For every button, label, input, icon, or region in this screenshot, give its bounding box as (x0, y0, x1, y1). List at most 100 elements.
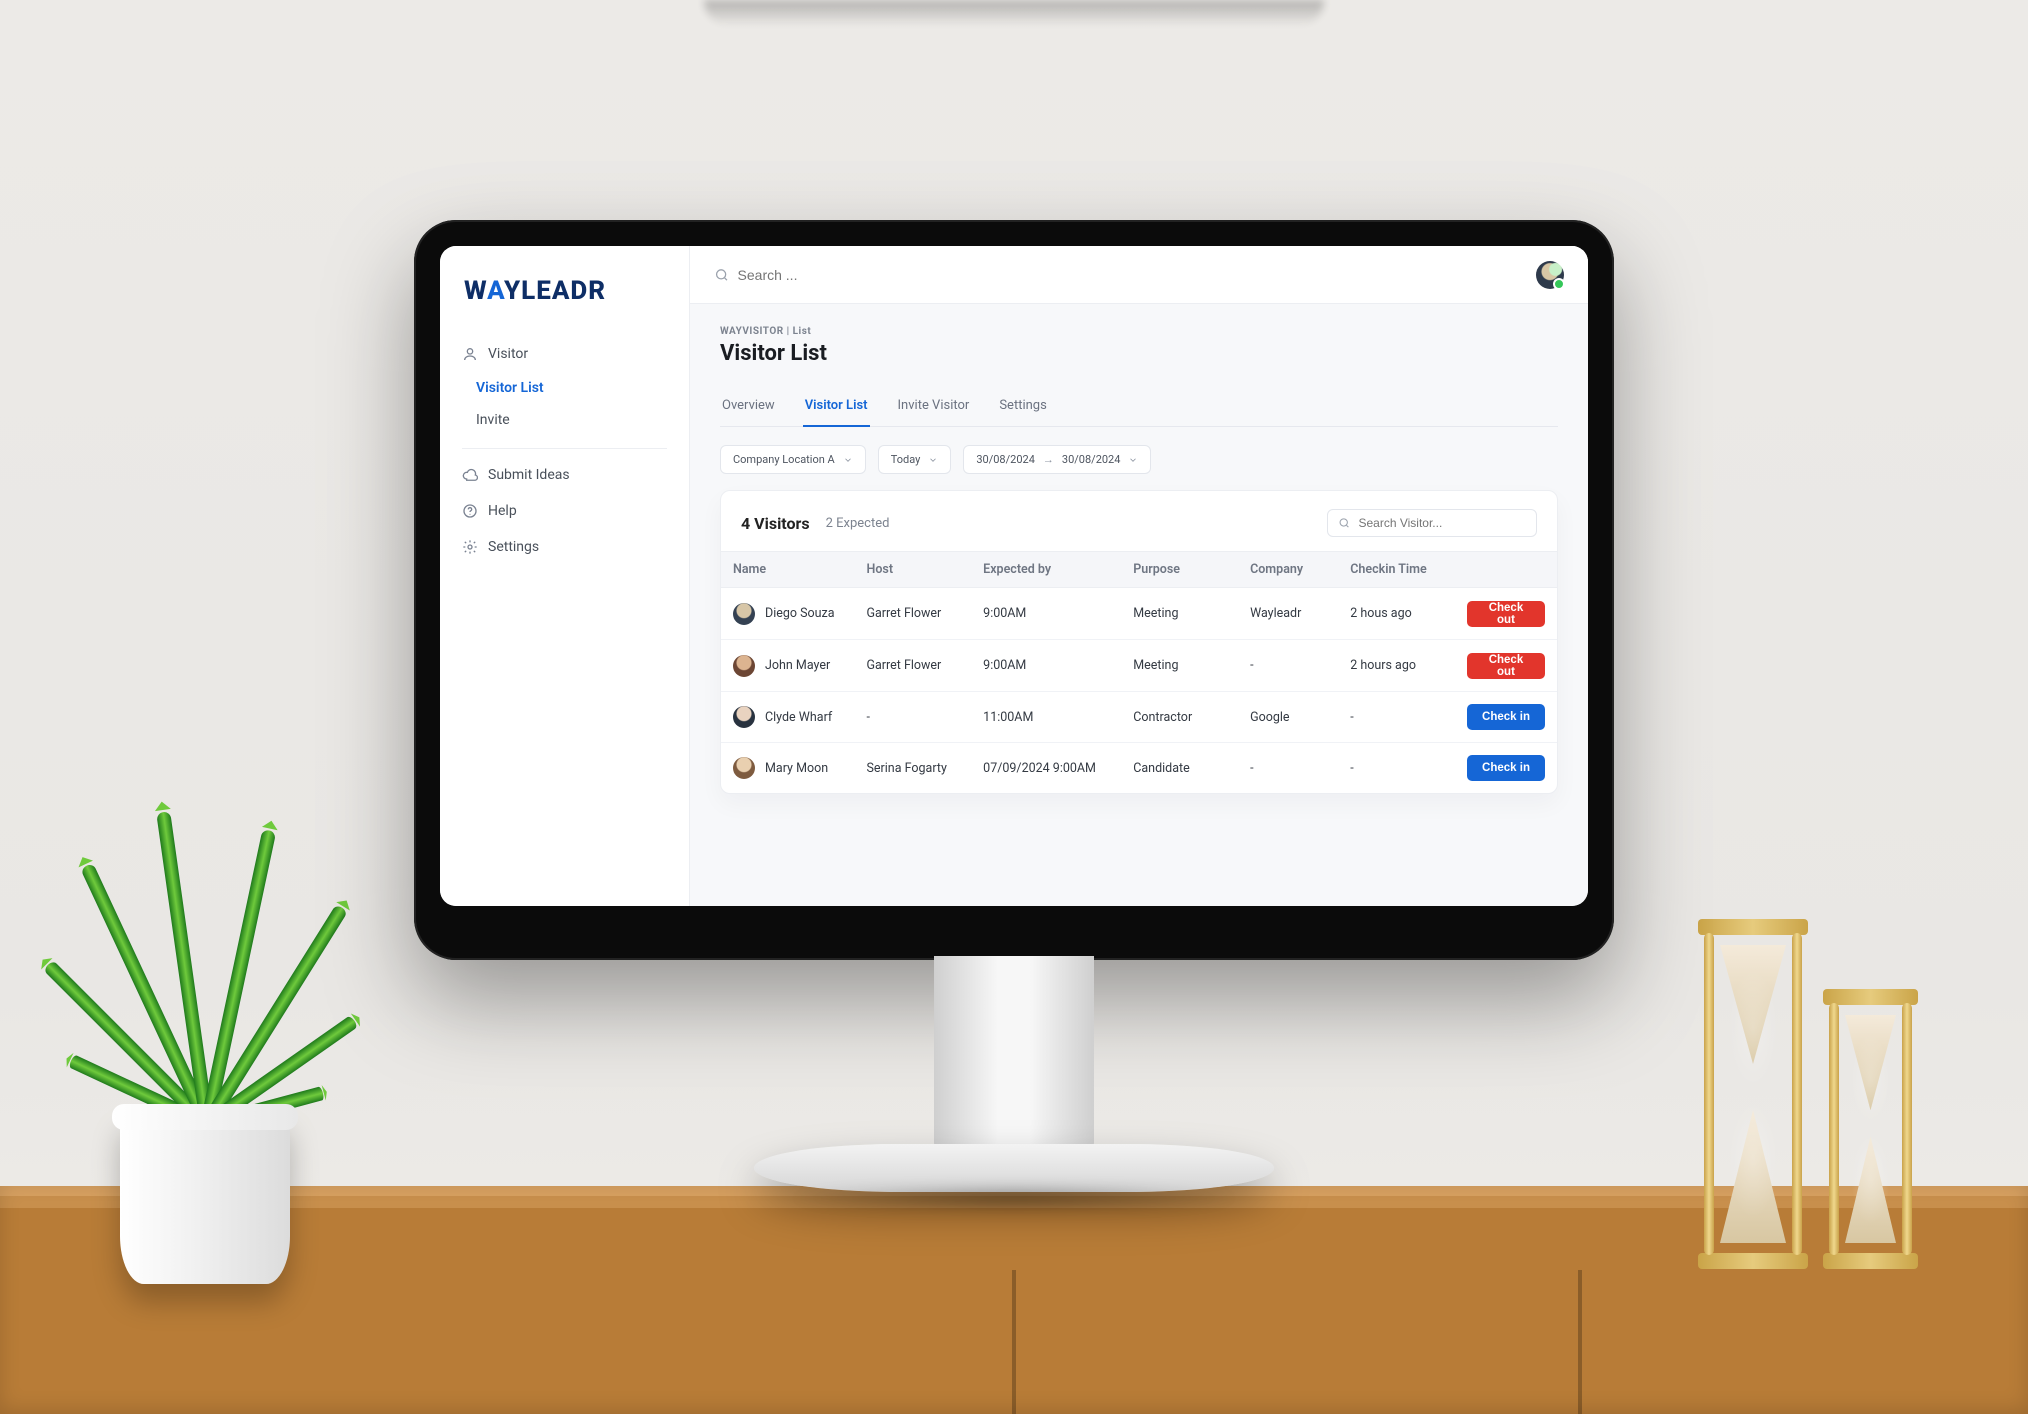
cell-expected: 9:00AM (971, 588, 1121, 640)
sidebar-item-submit-ideas[interactable]: Submit Ideas (440, 457, 689, 493)
check-in-button[interactable]: Check in (1467, 704, 1545, 730)
search-icon (1338, 516, 1350, 530)
cell-company: - (1238, 640, 1338, 692)
visitor-table: Name Host Expected by Purpose Company Ch… (721, 551, 1557, 793)
topbar (690, 246, 1588, 304)
tab-visitor-list[interactable]: Visitor List (803, 388, 870, 427)
cloud-icon (462, 467, 478, 483)
cell-expected: 07/09/2024 9:00AM (971, 743, 1121, 794)
table-search[interactable] (1327, 509, 1537, 537)
avatar-icon (733, 655, 755, 677)
breadcrumb: WAYVISITOR | List (720, 326, 1558, 337)
chevron-down-icon (1128, 455, 1138, 465)
tab-overview[interactable]: Overview (720, 388, 777, 427)
page-title: Visitor List (720, 341, 1558, 366)
visitor-count: 4 Visitors (741, 514, 810, 533)
gear-icon (462, 539, 478, 555)
filter-date-to: 30/08/2024 (1062, 453, 1121, 466)
search-input[interactable] (738, 267, 1536, 283)
sidebar-item-settings[interactable]: Settings (440, 529, 689, 565)
sidebar-sub-invite[interactable]: Invite (440, 404, 689, 436)
user-avatar[interactable] (1536, 261, 1564, 289)
sidebar-sub-visitor-list[interactable]: Visitor List (440, 372, 689, 404)
global-search[interactable] (714, 267, 1536, 283)
col-company: Company (1238, 552, 1338, 588)
sidebar-item-label: Submit Ideas (488, 467, 570, 483)
cell-purpose: Meeting (1121, 640, 1238, 692)
col-checkin: Checkin Time (1338, 552, 1455, 588)
tab-invite-visitor[interactable]: Invite Visitor (896, 388, 972, 427)
scene-desk (0, 1186, 2028, 1414)
brand-part-3: YLEADR (504, 276, 606, 306)
cell-purpose: Meeting (1121, 588, 1238, 640)
help-icon (462, 503, 478, 519)
cell-purpose: Candidate (1121, 743, 1238, 794)
cell-purpose: Contractor (1121, 692, 1238, 743)
avatar-icon (733, 706, 755, 728)
table-row: Mary Moon Serina Fogarty 07/09/2024 9:00… (721, 743, 1557, 794)
tabs: Overview Visitor List Invite Visitor Set… (720, 388, 1558, 427)
sidebar-item-label: Settings (488, 539, 539, 555)
chevron-down-icon (843, 455, 853, 465)
filter-location-label: Company Location A (733, 453, 835, 466)
tab-settings[interactable]: Settings (997, 388, 1048, 427)
cell-expected: 9:00AM (971, 640, 1121, 692)
filters: Company Location A Today 30/08/2024 → 30… (720, 445, 1558, 474)
table-search-input[interactable] (1358, 516, 1526, 530)
visitor-card-header: 4 Visitors 2 Expected (721, 491, 1557, 551)
cell-checkin: - (1338, 692, 1455, 743)
sidebar-item-visitor[interactable]: Visitor (440, 336, 689, 372)
arrow-right-icon: → (1043, 453, 1054, 466)
visitor-card: 4 Visitors 2 Expected (720, 490, 1558, 794)
check-in-button[interactable]: Check in (1467, 755, 1545, 781)
cell-checkin: - (1338, 743, 1455, 794)
sidebar: WAYLEADR Visitor Visitor List Invite (440, 246, 690, 906)
col-action (1455, 552, 1557, 588)
monitor-bezel: WAYLEADR Visitor Visitor List Invite (414, 220, 1614, 960)
filter-date-from: 30/08/2024 (976, 453, 1035, 466)
avatar-icon (733, 603, 755, 625)
sidebar-item-help[interactable]: Help (440, 493, 689, 529)
col-purpose: Purpose (1121, 552, 1238, 588)
cell-checkin: 2 hous ago (1338, 588, 1455, 640)
sidebar-item-label: Visitor (488, 346, 528, 362)
col-name: Name (721, 552, 854, 588)
filter-date-range[interactable]: 30/08/2024 → 30/08/2024 (963, 445, 1151, 474)
app-screen: WAYLEADR Visitor Visitor List Invite (440, 246, 1588, 906)
monitor-shadow (694, 1178, 1334, 1218)
cell-name: Mary Moon (765, 761, 828, 776)
cell-checkin: 2 hours ago (1338, 640, 1455, 692)
check-out-button[interactable]: Check out (1467, 653, 1545, 679)
monitor: WAYLEADR Visitor Visitor List Invite (414, 220, 1614, 960)
main-area: WAYVISITOR | List Visitor List Overview … (690, 246, 1588, 906)
cell-company: Google (1238, 692, 1338, 743)
col-expected: Expected by (971, 552, 1121, 588)
cell-host: Garret Flower (854, 588, 971, 640)
chevron-down-icon (928, 455, 938, 465)
filter-location[interactable]: Company Location A (720, 445, 866, 474)
check-out-button[interactable]: Check out (1467, 601, 1545, 627)
table-row: Diego Souza Garret Flower 9:00AM Meeting… (721, 588, 1557, 640)
sidebar-item-label: Help (488, 503, 517, 519)
monitor-stand-neck (934, 956, 1094, 1156)
cell-expected: 11:00AM (971, 692, 1121, 743)
filter-range-label: Today (891, 453, 921, 466)
cell-name: John Mayer (765, 658, 830, 673)
table-row: John Mayer Garret Flower 9:00AM Meeting … (721, 640, 1557, 692)
cell-host: Garret Flower (854, 640, 971, 692)
sidebar-divider (462, 448, 667, 449)
cell-name: Clyde Wharf (765, 710, 832, 725)
brand-logo: WAYLEADR (440, 270, 689, 332)
col-host: Host (854, 552, 971, 588)
brand-part-1: W (464, 276, 487, 306)
filter-range[interactable]: Today (878, 445, 952, 474)
cell-host: - (854, 692, 971, 743)
cell-host: Serina Fogarty (854, 743, 971, 794)
visitor-expected: 2 Expected (826, 516, 890, 531)
brand-part-2: A (487, 276, 504, 306)
cell-company: Wayleadr (1238, 588, 1338, 640)
page-content: WAYVISITOR | List Visitor List Overview … (690, 304, 1588, 816)
search-icon (714, 267, 730, 283)
avatar-icon (733, 757, 755, 779)
person-icon (462, 346, 478, 362)
